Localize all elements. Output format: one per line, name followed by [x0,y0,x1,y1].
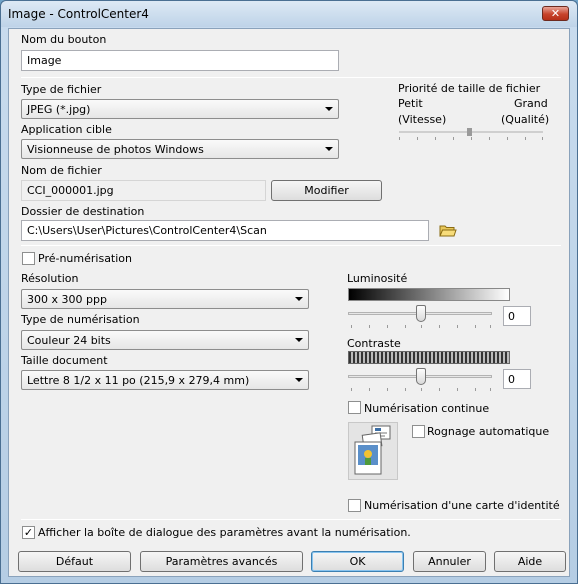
brightness-gradient [348,288,510,301]
slider-tick [507,137,508,140]
id-card-scan-label: Numérisation d'une carte d'identité [364,499,560,512]
file-type-value: JPEG (*.jpg) [27,103,91,116]
brightness-value-input[interactable]: 0 [503,306,531,326]
contrast-pattern [348,351,510,364]
slider-tick [387,388,388,391]
slider-tick [405,325,406,328]
slider-tick [439,325,440,328]
file-size-slider[interactable] [399,127,543,143]
resolution-label: Résolution [21,272,79,285]
file-name-label: Nom de fichier [21,164,102,177]
advanced-settings-button[interactable]: Paramètres avancés [140,551,303,572]
default-button[interactable]: Défaut [18,551,131,572]
chevron-down-icon [325,107,333,111]
contrast-slider[interactable] [348,367,498,393]
file-size-speed-label: (Vitesse) [398,113,447,126]
brightness-slider[interactable] [348,304,498,330]
continuous-scan-checkbox[interactable] [348,401,361,414]
target-app-select[interactable]: Visionneuse de photos Windows [21,139,339,159]
slider-tick [525,137,526,140]
file-type-label: Type de fichier [21,83,102,96]
slider-tick [457,388,458,391]
destination-input[interactable]: C:\Users\User\Pictures\ControlCenter4\Sc… [21,220,429,241]
dialog-window: Image - ControlCenter4 ✕ Nom du bouton I… [0,0,578,584]
slider-tick [490,325,491,328]
slider-tick [421,325,422,328]
slider-tick [489,137,490,140]
destination-label: Dossier de destination [21,205,145,218]
slider-tick [369,388,370,391]
separator-bottom [21,519,561,520]
separator-middle [21,245,561,246]
chevron-down-icon [295,338,303,342]
file-name-field: CCI_000001.jpg [21,180,266,201]
auto-crop-illustration [348,422,398,480]
target-app-value: Visionneuse de photos Windows [27,143,204,156]
slider-tick [417,137,418,140]
scan-type-value: Couleur 24 bits [27,334,111,347]
brightness-thumb[interactable] [416,305,426,322]
help-button[interactable]: Aide [494,551,566,572]
file-size-priority-label: Priorité de taille de fichier [398,82,541,95]
prescan-checkbox[interactable] [22,252,35,265]
resolution-value: 300 x 300 ppp [27,293,107,306]
continuous-scan-label: Numérisation continue [364,402,490,415]
cancel-button[interactable]: Annuler [413,551,486,572]
chevron-down-icon [295,297,303,301]
auto-crop-label: Rognage automatique [427,425,550,438]
slider-tick [542,137,543,140]
file-size-large-label: Grand [514,97,548,110]
doc-size-select[interactable]: Lettre 8 1/2 x 11 po (215,9 x 279,4 mm) [21,370,309,390]
slider-tick [351,325,352,328]
separator-top [21,77,561,78]
contrast-label: Contraste [347,337,401,350]
ok-button[interactable]: OK [311,551,404,572]
slider-tick [471,137,472,140]
slider-tick [405,388,406,391]
modify-button[interactable]: Modifier [271,180,382,201]
button-name-input[interactable]: Image [21,50,339,71]
prescan-label: Pré-numérisation [38,252,133,265]
close-button[interactable]: ✕ [542,6,569,21]
slider-tick [387,325,388,328]
resolution-select[interactable]: 300 x 300 ppp [21,289,309,309]
auto-crop-checkbox[interactable] [412,425,425,438]
file-size-small-label: Petit [398,97,423,110]
slider-tick [439,388,440,391]
file-type-select[interactable]: JPEG (*.jpg) [21,99,339,119]
title-bar[interactable]: Image - ControlCenter4 ✕ [1,1,577,27]
button-name-label: Nom du bouton [21,33,107,46]
slider-tick [457,325,458,328]
file-size-slider-thumb[interactable] [467,128,472,136]
file-size-quality-label: (Qualité) [501,113,550,126]
dialog-body: Nom du bouton Image Type de fichier JPEG… [8,28,570,577]
doc-size-label: Taille document [21,354,108,367]
contrast-thumb[interactable] [416,368,426,385]
slider-tick [435,137,436,140]
target-app-label: Application cible [21,123,112,136]
slider-tick [475,325,476,328]
checkmark-icon: ✓ [23,526,34,539]
slider-tick [475,388,476,391]
window-title: Image - ControlCenter4 [8,7,149,21]
contrast-value-input[interactable]: 0 [503,369,531,389]
slider-tick [490,388,491,391]
chevron-down-icon [295,378,303,382]
scan-type-label: Type de numérisation [21,313,140,326]
scan-type-select[interactable]: Couleur 24 bits [21,330,309,350]
folder-icon[interactable] [439,223,457,238]
slider-tick [453,137,454,140]
brightness-label: Luminosité [347,272,408,285]
slider-tick [351,388,352,391]
close-icon: ✕ [550,7,561,20]
slider-tick [399,137,400,140]
slider-tick [369,325,370,328]
doc-size-value: Lettre 8 1/2 x 11 po (215,9 x 279,4 mm) [27,374,250,387]
chevron-down-icon [325,147,333,151]
slider-tick [421,388,422,391]
show-dialog-checkbox[interactable]: ✓ [22,526,35,539]
id-card-scan-checkbox[interactable] [348,499,361,512]
show-dialog-label: Afficher la boîte de dialogue des paramè… [38,526,411,539]
